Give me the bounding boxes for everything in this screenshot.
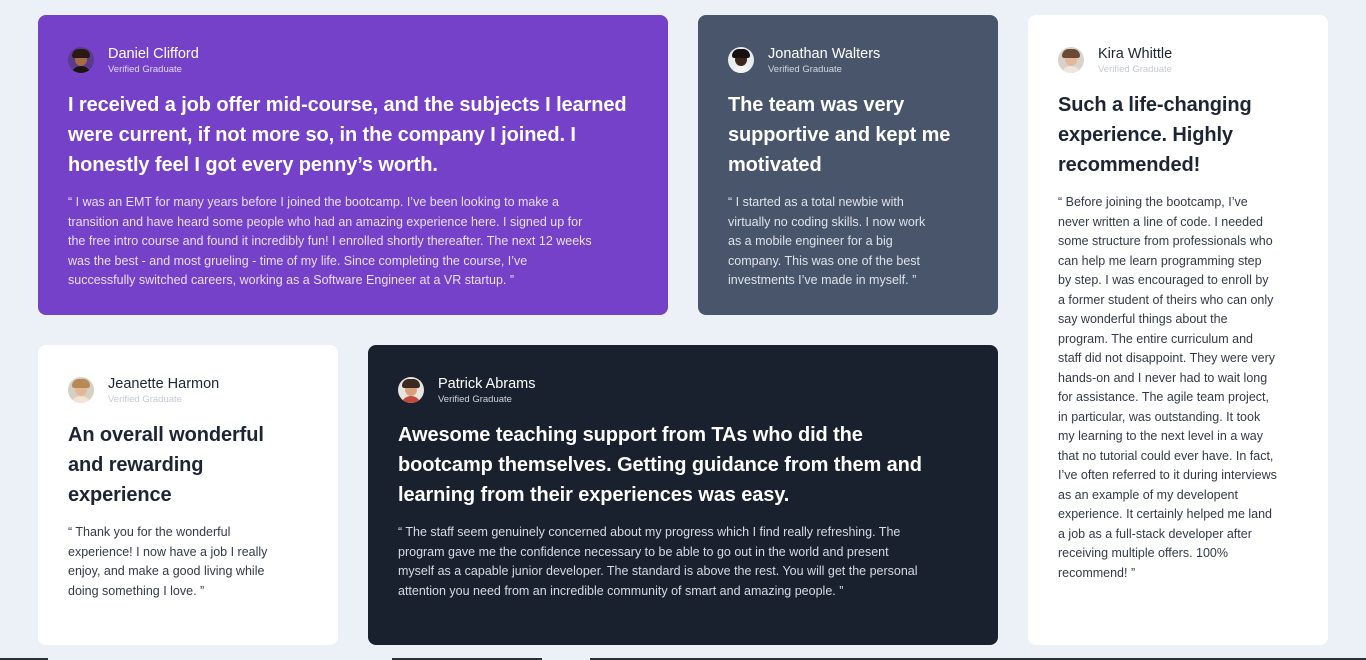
avatar xyxy=(398,377,424,403)
author-role: Verified Graduate xyxy=(108,63,182,75)
author-info: Daniel Clifford Verified Graduate xyxy=(108,45,199,76)
author-role: Verified Graduate xyxy=(108,393,182,405)
author-name: Patrick Abrams xyxy=(438,375,536,392)
author-name: Daniel Clifford xyxy=(108,45,199,62)
testimonial-card-patrick-abrams: Patrick Abrams Verified Graduate Awesome… xyxy=(368,345,998,645)
author-info: Jeanette Harmon Verified Graduate xyxy=(108,375,219,406)
testimonial-quote: “ The staff seem genuinely concerned abo… xyxy=(398,525,918,598)
testimonial-headline: Awesome teaching support from TAs who di… xyxy=(398,424,922,506)
avatar xyxy=(68,47,94,73)
author-name: Kira Whittle xyxy=(1098,45,1173,62)
testimonial-quote: “ Before joining the bootcamp, I’ve neve… xyxy=(1058,195,1277,580)
author-role: Verified Graduate xyxy=(1098,63,1172,75)
testimonial-header: Kira Whittle Verified Graduate xyxy=(1058,44,1298,76)
testimonial-header: Patrick Abrams Verified Graduate xyxy=(398,374,968,406)
testimonial-headline: An overall wonderful and rewarding exper… xyxy=(68,424,264,506)
avatar xyxy=(1058,47,1084,73)
author-name: Jonathan Walters xyxy=(768,45,881,62)
author-role: Verified Graduate xyxy=(768,63,842,75)
avatar xyxy=(728,47,754,73)
testimonial-card-kira-whittle: Kira Whittle Verified Graduate Such a li… xyxy=(1028,15,1328,645)
testimonial-headline: Such a life-changing experience. Highly … xyxy=(1058,94,1252,176)
testimonial-header: Jeanette Harmon Verified Graduate xyxy=(68,374,308,406)
testimonial-quote: “ Thank you for the wonderful experience… xyxy=(68,525,268,598)
author-name: Jeanette Harmon xyxy=(108,375,220,392)
page-bottom-edge xyxy=(0,656,1366,660)
testimonial-quote: “ I started as a total newbie with virtu… xyxy=(728,195,926,287)
testimonial-card-jonathan-walters: Jonathan Walters Verified Graduate The t… xyxy=(698,15,998,315)
testimonial-card-jeanette-harmon: Jeanette Harmon Verified Graduate An ove… xyxy=(38,345,338,645)
testimonial-headline: I received a job offer mid-course, and t… xyxy=(68,94,627,176)
testimonial-headline: The team was very supportive and kept me… xyxy=(728,94,951,176)
testimonial-header: Daniel Clifford Verified Graduate xyxy=(68,44,638,76)
author-info: Kira Whittle Verified Graduate xyxy=(1098,45,1172,76)
author-info: Jonathan Walters Verified Graduate xyxy=(768,45,880,76)
author-role: Verified Graduate xyxy=(438,393,512,405)
testimonial-quote: “ I was an EMT for many years before I j… xyxy=(68,195,592,287)
avatar xyxy=(68,377,94,403)
testimonial-header: Jonathan Walters Verified Graduate xyxy=(728,44,968,76)
author-info: Patrick Abrams Verified Graduate xyxy=(438,375,536,406)
testimonial-card-daniel-clifford: Daniel Clifford Verified Graduate I rece… xyxy=(38,15,668,315)
